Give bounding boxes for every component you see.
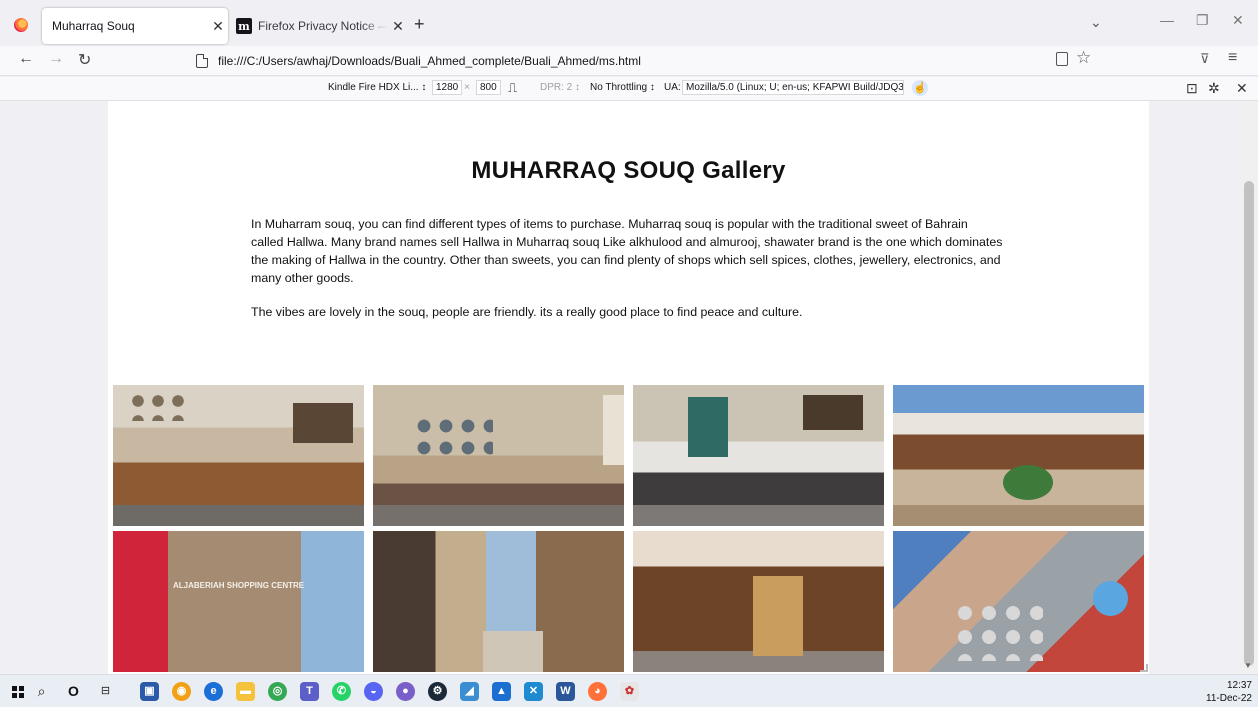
settings-gear-icon[interactable]: ✲ — [1208, 80, 1220, 97]
forward-icon[interactable]: → — [48, 50, 64, 68]
gallery-photo-alley[interactable] — [373, 531, 624, 672]
scrollbar-thumb[interactable] — [1244, 181, 1254, 666]
firefox-taskbar-icon[interactable]: ◕ — [588, 682, 607, 701]
url-text[interactable]: file:///C:/Users/awhaj/Downloads/Buali_A… — [218, 54, 641, 68]
gallery-photo-building-exterior[interactable] — [893, 385, 1144, 526]
tab-title: Muharraq Souq — [52, 19, 135, 33]
url-bar[interactable]: file:///C:/Users/awhaj/Downloads/Buali_A… — [196, 49, 1096, 73]
vscode-icon[interactable]: ✕ — [524, 682, 543, 701]
clock-time: 12:37 — [1226, 680, 1252, 691]
rotate-icon[interactable]: ⎍ — [508, 80, 517, 96]
gallery-photo-cafe-counter[interactable] — [113, 385, 364, 526]
gallery-photo-decor-plates[interactable] — [373, 385, 624, 526]
device-selector[interactable]: Kindle Fire HDX Li... ↕ — [328, 82, 426, 93]
gallery-photo-pots-shop[interactable] — [893, 531, 1144, 672]
word-icon[interactable]: W — [556, 682, 575, 701]
pocket-icon[interactable]: ⊽ — [1200, 51, 1210, 67]
scroll-down-icon[interactable]: ▼ — [1244, 661, 1252, 670]
discord-icon[interactable]: ◒ — [364, 682, 383, 701]
steam-icon[interactable]: ⚙ — [428, 682, 447, 701]
close-rdm-icon[interactable]: ✕ — [1236, 80, 1248, 97]
tab-firefox-privacy[interactable]: m Firefox Privacy Notice — Mozill ✕ — [232, 8, 408, 44]
close-icon[interactable]: ✕ — [208, 18, 228, 35]
intro-paragraph: In Muharram souq, you can find different… — [251, 217, 1003, 285]
vibes-paragraph: The vibes are lovely in the souq, people… — [251, 305, 803, 319]
gallery-photo-shopping-centre[interactable]: ALJABERIAH SHOPPING CENTRE — [113, 531, 364, 672]
chevron-down-icon[interactable]: ⌄ — [1090, 14, 1102, 31]
photos-icon[interactable]: ▲ — [492, 682, 511, 701]
edge-icon[interactable]: e — [204, 682, 223, 701]
close-icon[interactable]: ✕ — [388, 18, 408, 35]
store-icon[interactable]: ▣ — [140, 682, 159, 701]
menu-icon[interactable]: ≡ — [1228, 49, 1237, 67]
reader-view-icon[interactable] — [1056, 52, 1068, 66]
mail-icon[interactable]: ◢ — [460, 682, 479, 701]
new-tab-icon[interactable]: + — [414, 14, 425, 35]
dimension-separator: × — [464, 82, 470, 93]
mdn-icon: m — [236, 18, 252, 34]
window-close-icon[interactable]: ✕ — [1232, 12, 1244, 29]
search-app-icon[interactable]: ◉ — [172, 682, 191, 701]
minimize-icon[interactable]: — — [1160, 12, 1174, 28]
resize-handle[interactable] — [1140, 664, 1148, 672]
app-icon[interactable]: ● — [396, 682, 415, 701]
page-icon — [196, 54, 208, 68]
ua-label: UA: — [664, 82, 681, 93]
screenshot-icon[interactable]: ⊡ — [1186, 80, 1198, 97]
teams-icon[interactable]: T — [300, 682, 319, 701]
firefox-icon[interactable] — [14, 18, 28, 32]
page-title: MUHARRAQ SOUQ Gallery — [471, 157, 786, 184]
paint-icon[interactable]: ✿ — [620, 682, 639, 701]
clock-date: 11-Dec-22 — [1206, 693, 1252, 704]
responsive-design-toolbar: Kindle Fire HDX Li... ↕ 1280 × 800 ⎍ DPR… — [0, 77, 1258, 101]
gallery-photo-dining-area[interactable] — [633, 385, 884, 526]
dpr-selector[interactable]: DPR: 2 ↕ — [540, 82, 580, 93]
file-explorer-icon[interactable]: ▬ — [236, 682, 255, 701]
viewport-width-input[interactable]: 1280 — [432, 80, 463, 95]
windows-start-icon[interactable] — [12, 686, 24, 698]
reload-icon[interactable]: ↻ — [78, 50, 91, 70]
search-icon[interactable]: ⌕ — [32, 682, 51, 701]
cortana-icon[interactable]: O — [64, 682, 83, 701]
tab-title: Firefox Privacy Notice — Mozill — [258, 19, 388, 33]
gallery-photo-shop-front[interactable] — [633, 531, 884, 672]
system-clock[interactable]: 12:37 11-Dec-22 — [1206, 679, 1252, 705]
restore-icon[interactable]: ❐ — [1196, 12, 1209, 29]
bookmark-star-icon[interactable]: ☆ — [1076, 48, 1091, 68]
user-agent-input[interactable]: Mozilla/5.0 (Linux; U; en-us; KFAPWI Bui… — [682, 80, 904, 95]
photo-gallery: ALJABERIAH SHOPPING CENTRE — [113, 385, 1144, 672]
tab-muharraq-souq[interactable]: Muharraq Souq ✕ — [42, 8, 228, 44]
task-view-icon[interactable]: ⊟ — [96, 682, 115, 701]
touch-simulation-icon[interactable]: ☝ — [912, 80, 928, 96]
chrome-icon[interactable]: ◎ — [268, 682, 287, 701]
whatsapp-icon[interactable]: ✆ — [332, 682, 351, 701]
scrollbar[interactable]: ▼ — [1240, 101, 1258, 674]
back-icon[interactable]: ← — [18, 50, 34, 68]
shopping-centre-sign: ALJABERIAH SHOPPING CENTRE — [173, 581, 305, 590]
navigation-bar: ← → ↻ file:///C:/Users/awhaj/Downloads/B… — [0, 46, 1258, 76]
windows-taskbar: ⌕ O ⊟ ▣ ◉ e ▬ ◎ T ✆ ◒ ● ⚙ ◢ ▲ ✕ W ◕ ✿ 12… — [0, 674, 1258, 707]
tab-bar: Muharraq Souq ✕ m Firefox Privacy Notice… — [0, 0, 1258, 46]
viewport-height-input[interactable]: 800 — [476, 80, 501, 95]
throttling-selector[interactable]: No Throttling ↕ — [590, 82, 655, 93]
web-page: MUHARRAQ SOUQ Gallery In Muharram souq, … — [108, 101, 1149, 674]
